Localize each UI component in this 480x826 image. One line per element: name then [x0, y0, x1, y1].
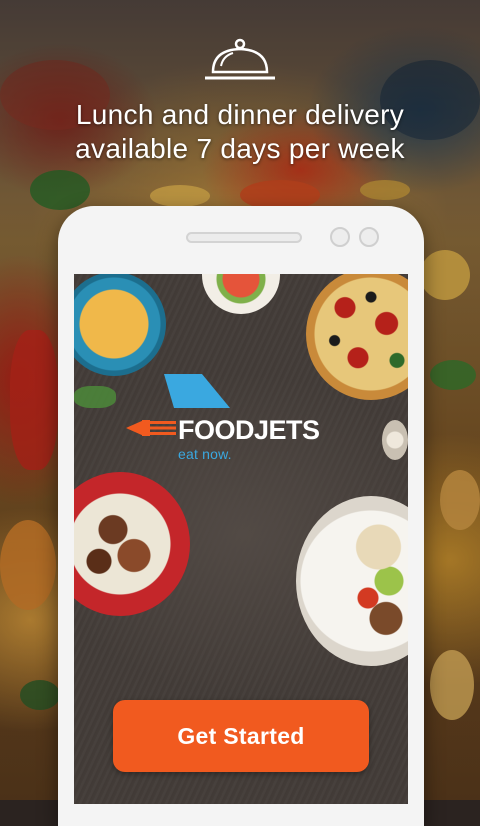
phone-sensor [359, 227, 379, 247]
headline-line-1: Lunch and dinner delivery [75, 99, 405, 130]
dish-tacos-image [296, 496, 408, 666]
headline: Lunch and dinner delivery available 7 da… [0, 98, 480, 166]
phone-camera [330, 227, 350, 247]
dish-small-bowl-image [202, 274, 280, 314]
logo-fork-icon [126, 420, 176, 436]
cloche-icon [205, 38, 275, 80]
logo-tagline: eat now. [178, 446, 232, 462]
dish-bowl-image [74, 274, 166, 376]
get-started-button[interactable]: Get Started [113, 700, 369, 772]
dish-cheese-cup-image [382, 420, 408, 460]
headline-line-2: available 7 days per week [75, 133, 405, 164]
dish-pizza-image [306, 274, 408, 400]
logo-wing-icon [164, 374, 230, 408]
logo-wordmark: FOODJETS [178, 415, 320, 445]
herb-garnish-image [74, 386, 116, 408]
phone-speaker [186, 232, 302, 243]
dish-red-plate-image [74, 472, 190, 616]
